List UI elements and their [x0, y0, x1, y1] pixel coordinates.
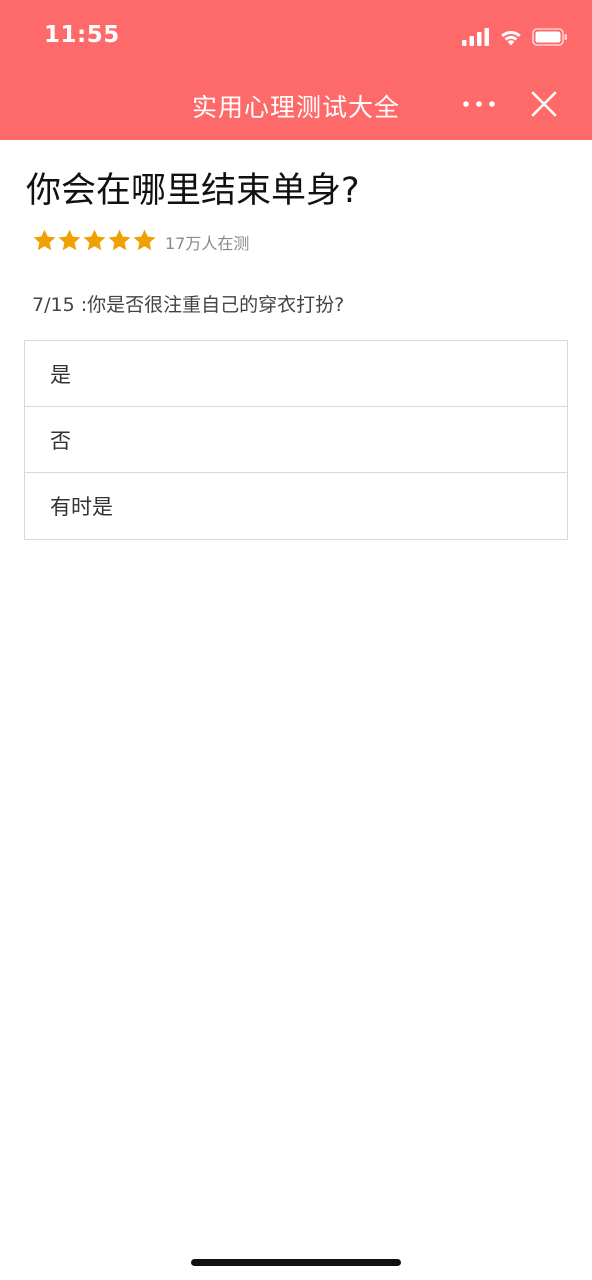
option-no[interactable]: 否: [25, 407, 567, 473]
star-icon: [133, 229, 156, 250]
battery-icon: [532, 28, 567, 46]
status-bar: 11:55: [0, 0, 592, 72]
nav-title: 实用心理测试大全: [191, 93, 400, 122]
quiz-rating: 17万人在测: [32, 226, 249, 254]
nav-bar: 实用心理测试大全: [0, 72, 592, 140]
wifi-icon: [501, 30, 521, 46]
close-button[interactable]: [524, 84, 564, 124]
answer-options: 是 否 有时是: [24, 340, 568, 540]
option-yes[interactable]: 是: [25, 341, 567, 407]
app-header: 11:55 实用心理测试大全: [0, 0, 592, 140]
star-icon: [83, 229, 106, 250]
more-button[interactable]: [458, 86, 500, 122]
star-icon: [33, 229, 56, 250]
question-text: 7/15 :你是否很注重自己的穿衣打扮?: [32, 294, 345, 316]
more-dots-icon: [463, 101, 495, 107]
quiz-title: 你会在哪里结束单身?: [26, 171, 360, 211]
rating-stars: [32, 228, 157, 253]
close-icon: [531, 91, 557, 117]
home-indicator[interactable]: [191, 1259, 401, 1266]
participants-count: 17万人在测: [165, 234, 250, 253]
status-icons: [462, 26, 568, 48]
star-icon: [108, 229, 131, 250]
signal-icon: [462, 28, 489, 46]
star-icon: [58, 229, 81, 250]
option-sometimes[interactable]: 有时是: [25, 473, 567, 539]
status-time: 11:55: [44, 22, 120, 48]
